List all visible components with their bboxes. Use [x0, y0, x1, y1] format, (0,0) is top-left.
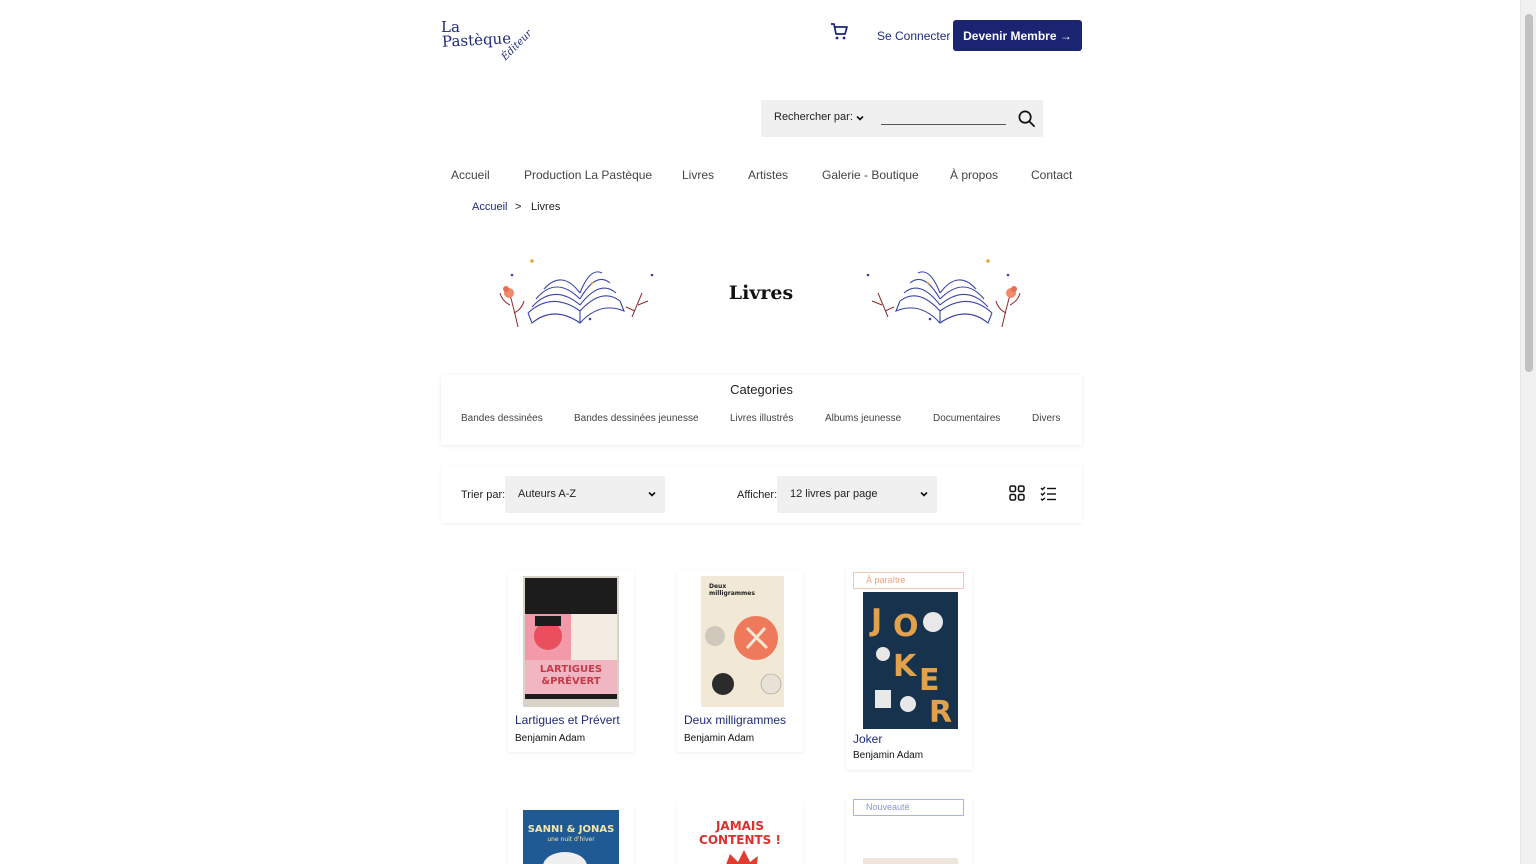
book-card[interactable]: SANNI & JONAS une nuit d'hiver: [508, 804, 634, 864]
book-card[interactable]: Nouveauté: [846, 796, 972, 864]
category-livres-illustres[interactable]: Livres illustrés: [730, 413, 793, 424]
logo-line-2: Pastèque: [441, 29, 512, 51]
status-badge: Nouveauté: [853, 799, 964, 816]
search-by-dropdown[interactable]: Rechercher par:: [774, 111, 853, 123]
svg-text:J: J: [869, 603, 882, 638]
book-card[interactable]: LARTIGUES &PRÉVERT Lartigues et Prévert …: [508, 570, 634, 752]
per-page-label: Afficher:: [737, 489, 778, 501]
search-input[interactable]: [881, 124, 1006, 125]
book-card[interactable]: JAMAIS CONTENTS !: [677, 804, 803, 864]
sort-select[interactable]: Auteurs A-Z: [505, 476, 665, 513]
scrollbar[interactable]: [1520, 0, 1536, 864]
nav-item-livres[interactable]: Livres: [682, 168, 714, 182]
svg-text:&PRÉVERT: &PRÉVERT: [541, 674, 600, 687]
book-card[interactable]: Deux milligrammes Deux milligrammes Benj…: [677, 570, 803, 752]
breadcrumb-current: Livres: [531, 201, 561, 213]
book-cover[interactable]: LARTIGUES &PRÉVERT: [523, 576, 619, 707]
open-book-illustration-right: [866, 259, 1021, 328]
category-bd-jeunesse[interactable]: Bandes dessinées jeunesse: [574, 413, 699, 424]
book-cover[interactable]: SANNI & JONAS une nuit d'hiver: [523, 810, 619, 864]
chevron-down-icon: [920, 491, 928, 497]
svg-text:CONTENTS !: CONTENTS !: [699, 833, 781, 847]
status-badge: À paraître: [853, 572, 964, 589]
book-author: Benjamin Adam: [515, 733, 586, 744]
become-member-button[interactable]: Devenir Membre →: [953, 20, 1082, 51]
category-divers[interactable]: Divers: [1032, 413, 1060, 424]
chevron-down-icon[interactable]: [855, 113, 865, 123]
list-view-icon[interactable]: [1040, 486, 1057, 501]
categories-panel: Categories Bandes dessinées Bandes dessi…: [441, 375, 1082, 445]
main-nav: Accueil Production La Pastèque Livres Ar…: [441, 168, 1082, 188]
category-bandes-dessinees[interactable]: Bandes dessinées: [461, 413, 543, 424]
book-cover[interactable]: J O K E R: [863, 592, 958, 729]
breadcrumb: Accueil > Livres: [472, 201, 560, 213]
nav-item-galerie[interactable]: Galerie - Boutique: [822, 168, 919, 182]
svg-text:SANNI & JONAS: SANNI & JONAS: [528, 824, 615, 835]
breadcrumb-separator: >: [515, 201, 522, 213]
search-bar: Rechercher par:: [761, 100, 1043, 137]
sort-label: Trier par:: [461, 489, 506, 501]
svg-text:O: O: [893, 609, 919, 644]
svg-text:E: E: [919, 663, 940, 698]
open-book-illustration-left: [499, 259, 654, 328]
search-icon[interactable]: [1017, 109, 1036, 128]
book-title[interactable]: Lartigues et Prévert: [515, 713, 620, 727]
svg-text:milligrammes: milligrammes: [709, 590, 755, 597]
book-title[interactable]: Deux milligrammes: [684, 713, 786, 727]
svg-text:LARTIGUES: LARTIGUES: [540, 664, 602, 675]
category-documentaires[interactable]: Documentaires: [933, 413, 1000, 424]
book-author: Benjamin Adam: [684, 733, 755, 744]
book-card[interactable]: À paraître J O K E R Joker Benjamin Adam: [846, 569, 972, 770]
scrollbar-thumb[interactable]: [1525, 14, 1533, 372]
nav-item-accueil[interactable]: Accueil: [451, 168, 490, 182]
chevron-down-icon: [648, 491, 656, 497]
nav-item-artistes[interactable]: Artistes: [748, 168, 788, 182]
logo[interactable]: La Pastèque Éditeur: [441, 18, 534, 64]
cart-icon[interactable]: [829, 21, 849, 41]
svg-text:JAMAIS: JAMAIS: [715, 819, 764, 833]
nav-item-production[interactable]: Production La Pastèque: [524, 168, 652, 182]
svg-text:une nuit d'hiver: une nuit d'hiver: [547, 836, 595, 843]
category-albums-jeunesse[interactable]: Albums jeunesse: [825, 413, 901, 424]
svg-text:R: R: [929, 695, 952, 729]
book-cover[interactable]: JAMAIS CONTENTS !: [694, 812, 786, 864]
svg-text:K: K: [893, 649, 918, 684]
per-page-select[interactable]: 12 livres par page: [777, 476, 937, 513]
page-title: Livres: [728, 282, 794, 304]
nav-item-contact[interactable]: Contact: [1031, 168, 1072, 182]
book-title[interactable]: Joker: [853, 732, 882, 746]
nav-item-a-propos[interactable]: À propos: [950, 168, 998, 182]
login-link[interactable]: Se Connecter: [877, 29, 950, 43]
breadcrumb-home-link[interactable]: Accueil: [472, 201, 507, 213]
svg-text:Deux: Deux: [709, 583, 726, 590]
sort-select-value: Auteurs A-Z: [518, 488, 577, 500]
book-cover[interactable]: Deux milligrammes: [701, 576, 784, 707]
per-page-select-value: 12 livres par page: [790, 488, 878, 500]
categories-title: Categories: [730, 382, 793, 397]
book-cover[interactable]: [863, 858, 958, 864]
book-author: Benjamin Adam: [853, 750, 924, 761]
grid-view-icon[interactable]: [1009, 485, 1025, 501]
sort-bar: Trier par: Auteurs A-Z Afficher: 12 livr…: [441, 465, 1082, 523]
